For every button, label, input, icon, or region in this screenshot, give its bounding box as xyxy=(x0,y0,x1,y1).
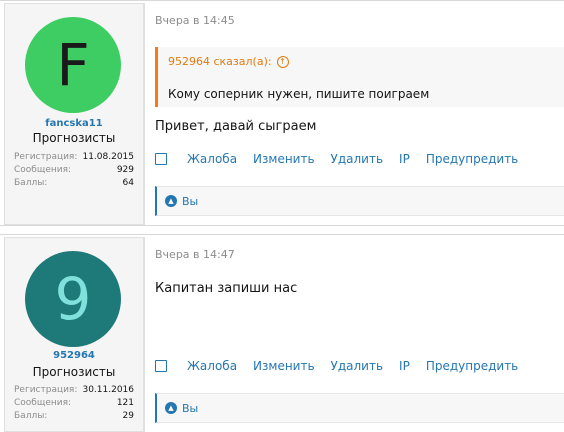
avatar-letter: F xyxy=(56,31,90,99)
ip-link[interactable]: IP xyxy=(399,152,410,166)
post-content: Вчера в 14:45 952964 сказал(а): ↑ Кому с… xyxy=(144,3,564,225)
stat-value: 64 xyxy=(122,178,134,188)
warn-link[interactable]: Предупредить xyxy=(426,359,518,373)
stat-label: Баллы: xyxy=(14,411,48,421)
ip-link[interactable]: IP xyxy=(399,359,410,373)
likes-text[interactable]: Вы xyxy=(182,402,198,415)
stat-label: Регистрация: xyxy=(14,152,78,162)
message-text: Привет, давай сыграем xyxy=(155,119,317,134)
thumbs-up-icon: ▲ xyxy=(165,402,177,414)
avatar-letter: 9 xyxy=(54,265,92,333)
message-post: 9 952964 Прогнозисты Регистрация: 30.11.2… xyxy=(0,234,564,432)
delete-link[interactable]: Удалить xyxy=(331,152,384,166)
stat-value: 30.11.2016 xyxy=(82,385,134,395)
stat-value: 929 xyxy=(116,165,134,175)
arrow-up-circle-icon[interactable]: ↑ xyxy=(276,55,289,68)
post-actions: Жалоба Изменить Удалить IP Предупредить xyxy=(155,152,534,166)
username-link[interactable]: fancska11 xyxy=(5,118,143,129)
post-date[interactable]: Вчера в 14:45 xyxy=(155,14,235,27)
stat-value: 29 xyxy=(122,411,134,421)
user-info-panel: 9 952964 Прогнозисты Регистрация: 30.11.2… xyxy=(4,237,144,432)
user-stats: Регистрация: 11.08.2015 Сообщения: 929 Бал… xyxy=(14,151,134,190)
post-actions: Жалоба Изменить Удалить IP Предупредить xyxy=(155,359,534,373)
likes-bar: ▲ Вы xyxy=(155,393,564,423)
avatar[interactable]: 9 xyxy=(25,251,121,347)
edit-link[interactable]: Изменить xyxy=(253,152,315,166)
message-post: F fancska11 Прогнозисты Регистрация: 11.0… xyxy=(0,0,564,226)
quote-text: Кому соперник нужен, пишите поиграем xyxy=(168,87,430,101)
message-text: Капитан запиши нас xyxy=(155,281,298,296)
warn-link[interactable]: Предупредить xyxy=(426,152,518,166)
user-stats: Регистрация: 30.11.2016 Сообщения: 121 Бал… xyxy=(14,384,134,423)
user-title: Прогнозисты xyxy=(32,365,116,379)
edit-link[interactable]: Изменить xyxy=(253,359,315,373)
post-date[interactable]: Вчера в 14:47 xyxy=(155,248,235,261)
quote-header[interactable]: 952964 сказал(а): ↑ xyxy=(168,55,289,68)
delete-link[interactable]: Удалить xyxy=(331,359,384,373)
avatar[interactable]: F xyxy=(25,17,121,113)
thumbs-up-icon: ▲ xyxy=(165,195,177,207)
report-link[interactable]: Жалоба xyxy=(187,152,237,166)
user-title: Прогнозисты xyxy=(32,131,116,145)
select-checkbox[interactable] xyxy=(155,360,167,372)
report-link[interactable]: Жалоба xyxy=(187,359,237,373)
stat-label: Регистрация: xyxy=(14,385,78,395)
stat-label: Сообщения: xyxy=(14,398,72,408)
stat-label: Сообщения: xyxy=(14,165,72,175)
likes-bar: ▲ Вы xyxy=(155,186,564,216)
post-separator xyxy=(0,226,564,234)
username-link[interactable]: 952964 xyxy=(5,350,143,361)
select-checkbox[interactable] xyxy=(155,153,167,165)
user-info-panel: F fancska11 Прогнозисты Регистрация: 11.0… xyxy=(4,3,144,225)
quote-block: 952964 сказал(а): ↑ Кому соперник нужен,… xyxy=(155,47,564,107)
stat-value: 11.08.2015 xyxy=(82,152,134,162)
stat-label: Баллы: xyxy=(14,178,48,188)
stat-value: 121 xyxy=(116,398,134,408)
likes-text[interactable]: Вы xyxy=(182,195,198,208)
post-content: Вчера в 14:47 Капитан запиши нас Жалоба … xyxy=(144,237,564,432)
quote-author[interactable]: 952964 сказал(а): xyxy=(168,55,272,68)
